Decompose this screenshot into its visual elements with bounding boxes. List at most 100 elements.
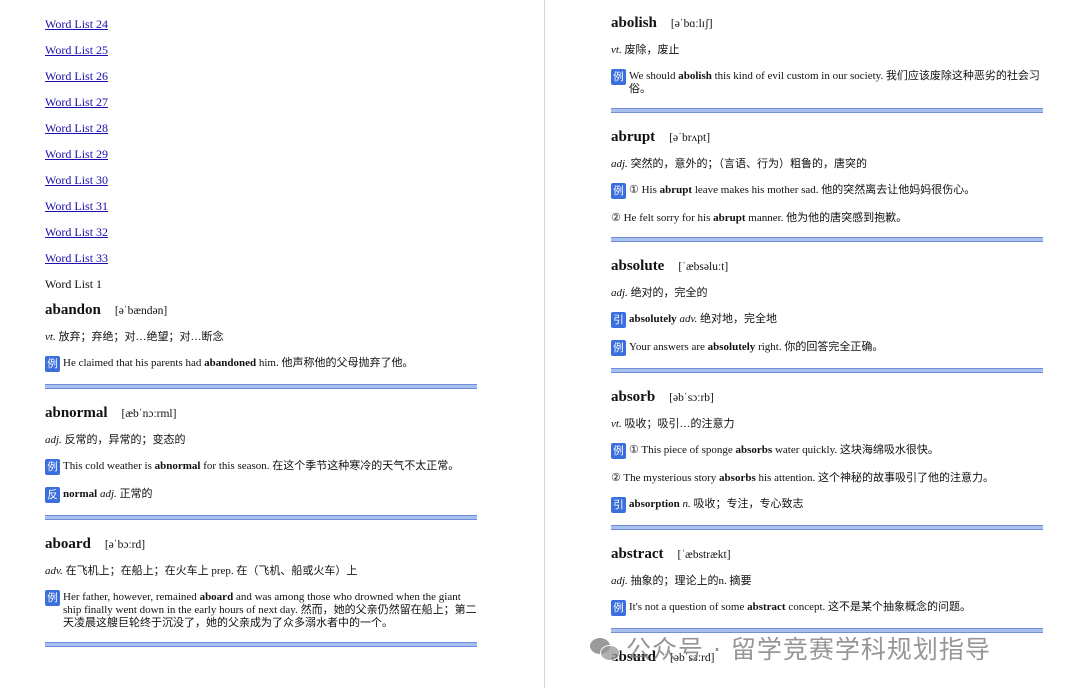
example-text: ① This piece of sponge absorbs water qui… <box>629 443 1043 457</box>
entry-separator <box>611 525 1043 530</box>
keyword: absorbs <box>735 444 773 456</box>
entry-abrupt: abrupt [əˈbrʌpt] adj. 突然的，意外的；（言语、行为）粗鲁的，唐… <box>611 129 1043 242</box>
keyword: aboard <box>199 591 234 603</box>
headword: absolute <box>611 258 665 274</box>
example-text: absolutely adv. 绝对地，完全地 <box>629 312 1043 326</box>
entry-head: aboard [əˈbɔːrd] <box>45 536 477 558</box>
example-fragment: ② The mysterious story <box>611 472 720 484</box>
phonetic: [əˈbɑːlɪʃ] <box>670 18 713 30</box>
keyword: normal <box>63 488 98 500</box>
keyword: abandoned <box>204 357 257 369</box>
example-row: ② He felt sorry for his abrupt manner. 他… <box>611 211 1043 225</box>
phonetic: [æbˈnɔːrml] <box>121 408 177 420</box>
word-list-link-25[interactable]: Word List 25 <box>45 42 108 68</box>
example-text: Her father, however, remained aboard and… <box>63 590 477 630</box>
entry-separator <box>611 237 1043 242</box>
label-badge: 例 <box>45 459 60 475</box>
part-of-speech: vt. <box>611 44 622 56</box>
example-fragment: ① This piece of sponge <box>629 444 736 456</box>
label-badge: 例 <box>611 340 626 356</box>
keyword: abstract <box>747 601 786 613</box>
definition: vt. 废除，废止 <box>611 43 1043 57</box>
definition: vt. 放弃；弃绝；对…绝望；对…断念 <box>45 330 477 344</box>
phonetic: [əˈbɔːrd] <box>104 539 146 551</box>
definition-text: 突然的，意外的；（言语、行为）粗鲁的，唐突的 <box>630 158 868 170</box>
example-fragment: concept. 这不是某个抽象概念的问题。 <box>785 601 972 613</box>
example-row: 例 This cold weather is abnormal for this … <box>45 459 477 475</box>
keyword: abrupt <box>713 212 746 224</box>
word-list-link-29[interactable]: Word List 29 <box>45 146 108 172</box>
keyword: absorbs <box>719 472 756 484</box>
right-entries: abolish [əˈbɑːlɪʃ] vt. 废除，废止例 We should abo… <box>611 15 1043 677</box>
example-fragment: manner. 他为他的唐突感到抱歉。 <box>745 212 908 224</box>
entry-absorb: absorb [əbˈsɔːrb] vt. 吸收；吸引…的注意力例 ① This pi… <box>611 389 1043 530</box>
word-list-link-31[interactable]: Word List 31 <box>45 198 108 224</box>
part-of-speech: vt. <box>45 331 56 343</box>
label-badge: 例 <box>611 183 626 199</box>
example-text: normal adj. 正常的 <box>63 487 477 501</box>
example-fragment: right. 你的回答完全正确。 <box>755 341 884 353</box>
example-text: It's not a question of some abstract con… <box>629 600 1043 614</box>
example-text: absorption n. 吸收；专注，专心致志 <box>629 497 1043 511</box>
entry-head: absorb [əbˈsɔːrb] <box>611 389 1043 411</box>
headword: abolish <box>611 15 657 31</box>
example-fragment: This cold weather is <box>63 460 155 472</box>
entry-head: abstract [ˈæbstrækt] <box>611 546 1043 568</box>
definition: vt. 吸收；吸引…的注意力 <box>611 417 1043 431</box>
example-fragment: him. 他声称他的父母抛弃了他。 <box>256 357 414 369</box>
word-list-toc: Word List 24 Word List 25 Word List 26 W… <box>45 16 108 302</box>
right-page: abolish [əˈbɑːlɪʃ] vt. 废除，废止例 We should abo… <box>545 0 1080 688</box>
entry-abnormal: abnormal [æbˈnɔːrml] adj. 反常的，异常的；变态的例 This… <box>45 405 477 520</box>
example-row: ② The mysterious story absorbs his atten… <box>611 471 1043 485</box>
example-text: This cold weather is abnormal for this s… <box>63 459 477 473</box>
example-fragment: He claimed that his parents had <box>63 357 205 369</box>
entry-separator <box>45 642 477 647</box>
current-word-list-heading: Word List 1 <box>45 277 103 291</box>
entry-absolute: absolute [ˈæbsəluːt] adj. 绝对的，完全的引 absolute… <box>611 258 1043 373</box>
watermark: 公众号 · 留学竞赛学科规划指导 <box>590 628 1060 668</box>
entry-head: abandon [əˈbændən] <box>45 302 477 324</box>
part-of-speech: adj. <box>611 575 628 587</box>
word-list-link-28[interactable]: Word List 28 <box>45 120 108 146</box>
entry-abolish: abolish [əˈbɑːlɪʃ] vt. 废除，废止例 We should abo… <box>611 15 1043 113</box>
example-row: 例 We should abolish this kind of evil cus… <box>611 69 1043 96</box>
headword: abstract <box>611 546 664 562</box>
example-fragment: 正常的 <box>116 488 153 500</box>
example-fragment: for this season. 在这个季节这种寒冷的天气不太正常。 <box>200 460 460 472</box>
example-row: 例 It's not a question of some abstract co… <box>611 600 1043 616</box>
entry-head: absolute [ˈæbsəluːt] <box>611 258 1043 280</box>
example-row: 例 Your answers are absolutely right. 你的回答… <box>611 340 1043 356</box>
word-list-link-26[interactable]: Word List 26 <box>45 68 108 94</box>
word-list-link-24[interactable]: Word List 24 <box>45 16 108 42</box>
definition: adj. 突然的，意外的；（言语、行为）粗鲁的，唐突的 <box>611 157 1043 171</box>
phonetic: [əbˈsɔːrb] <box>669 392 714 404</box>
definition: adj. 抽象的；理论上的n. 摘要 <box>611 574 1043 588</box>
example-row: 反 normal adj. 正常的 <box>45 487 477 503</box>
definition-text: 放弃；弃绝；对…绝望；对…断念 <box>58 331 224 343</box>
example-text: ② The mysterious story absorbs his atten… <box>611 471 1043 485</box>
word-list-link-33[interactable]: Word List 33 <box>45 250 108 276</box>
example-row: 例 He claimed that his parents had abandon… <box>45 356 477 372</box>
definition: adv. 在飞机上；在船上；在火车上 prep. 在（飞机、船或火车）上 <box>45 564 477 578</box>
example-fragment: ① His <box>629 184 660 196</box>
keyword: abolish <box>678 70 712 82</box>
part-of-speech: adv. <box>45 565 63 577</box>
entry-separator <box>45 384 477 389</box>
definition-text: 废除，废止 <box>624 44 680 56</box>
word-list-link-30[interactable]: Word List 30 <box>45 172 108 198</box>
entry-head: abolish [əˈbɑːlɪʃ] <box>611 15 1043 37</box>
word-list-link-32[interactable]: Word List 32 <box>45 224 108 250</box>
part-of-speech: adj. <box>611 287 628 299</box>
word-list-link-27[interactable]: Word List 27 <box>45 94 108 120</box>
entry-aboard: aboard [əˈbɔːrd] adv. 在飞机上；在船上；在火车上 prep. … <box>45 536 477 647</box>
example-fragment: n. <box>682 498 691 510</box>
wechat-icon <box>590 636 620 661</box>
example-fragment: Her father, however, remained <box>63 591 200 603</box>
part-of-speech: vt. <box>611 418 622 430</box>
entry-abstract: abstract [ˈæbstrækt] adj. 抽象的；理论上的n. 摘要例 It… <box>611 546 1043 633</box>
example-row: 例 Her father, however, remained aboard an… <box>45 590 477 630</box>
example-row: 引 absorption n. 吸收；专注，专心致志 <box>611 497 1043 513</box>
definition-text: 吸收；吸引…的注意力 <box>624 418 735 430</box>
label-badge: 例 <box>45 590 60 606</box>
keyword: absorption <box>629 498 680 510</box>
